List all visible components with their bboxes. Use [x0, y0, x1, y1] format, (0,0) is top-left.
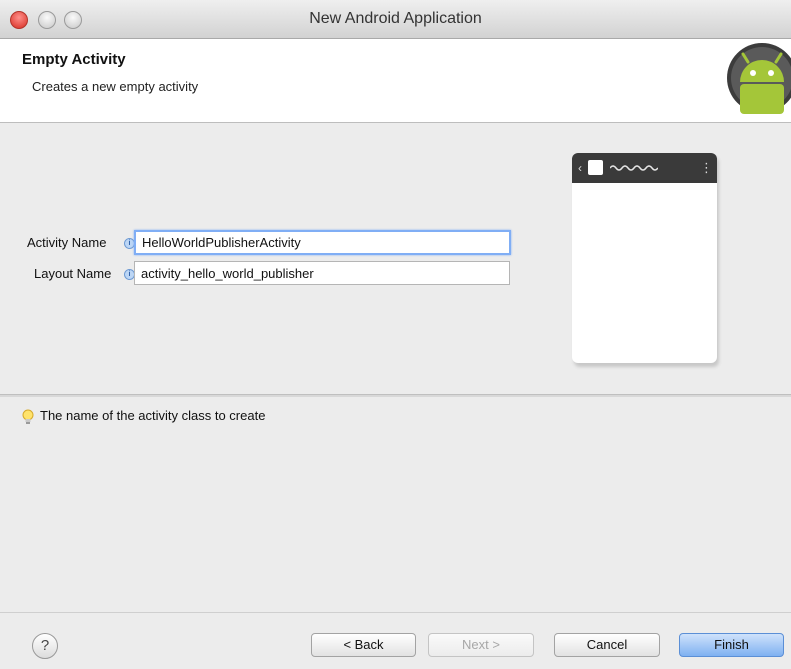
section-divider: [0, 394, 791, 397]
hint-message: The name of the activity class to create: [40, 408, 266, 423]
up-caret-icon: ‹: [578, 161, 582, 175]
window-title: New Android Application: [309, 10, 482, 27]
cancel-button[interactable]: Cancel: [554, 633, 660, 657]
overflow-menu-icon: ⋮: [700, 160, 713, 175]
page-description: Creates a new empty activity: [32, 79, 199, 94]
page-title: Empty Activity: [22, 51, 126, 68]
action-bar-preview: ‹ ⋮: [572, 153, 717, 183]
footer-divider: [0, 612, 791, 613]
layout-name-field[interactable]: [134, 261, 510, 285]
next-button[interactable]: Next >: [428, 633, 534, 657]
help-button[interactable]: ?: [32, 633, 58, 659]
title-squiggle-icon: [610, 165, 658, 171]
activity-name-field[interactable]: [134, 230, 511, 255]
title-bar: New Android Application: [0, 0, 791, 39]
lightbulb-icon: [22, 409, 34, 424]
activity-name-label: Activity Name: [27, 235, 107, 250]
android-logo-icon: [727, 43, 791, 114]
back-button[interactable]: < Back: [311, 633, 416, 657]
activity-preview: ‹ ⋮: [572, 153, 717, 363]
form-area: Activity Name i Layout Name i ‹ ⋮: [0, 123, 791, 395]
finish-button[interactable]: Finish: [679, 633, 784, 657]
wizard-header: Empty Activity Creates a new empty activ…: [0, 39, 791, 123]
app-icon-placeholder: [588, 160, 603, 175]
layout-name-label: Layout Name: [34, 266, 112, 281]
